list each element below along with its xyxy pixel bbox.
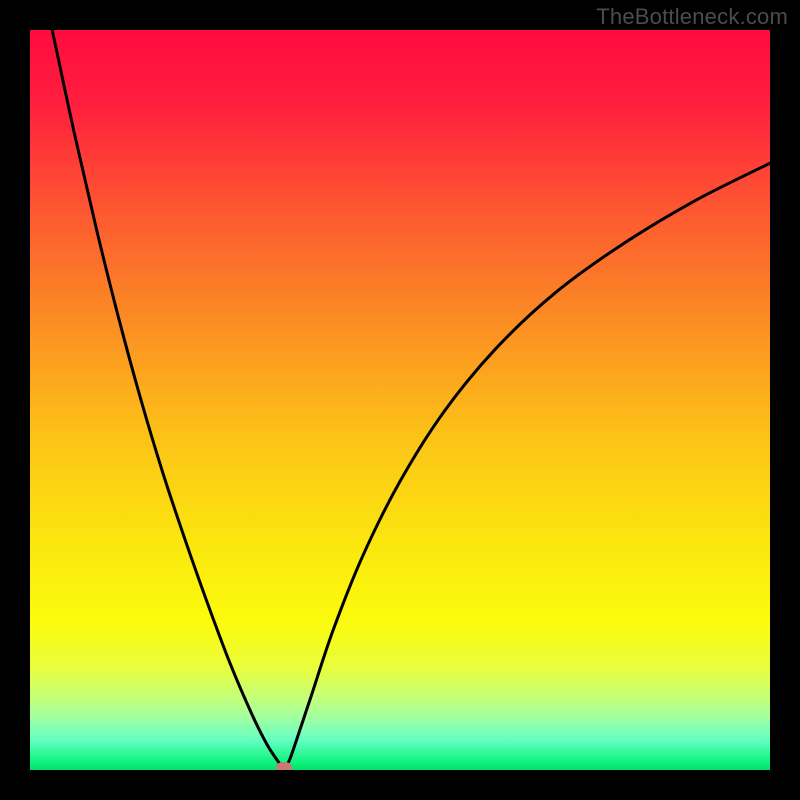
watermark-text: TheBottleneck.com [596, 4, 788, 30]
plot-area [30, 30, 770, 770]
bottleneck-curve [30, 30, 770, 770]
chart-frame: TheBottleneck.com [0, 0, 800, 800]
bottleneck-marker [276, 762, 292, 770]
